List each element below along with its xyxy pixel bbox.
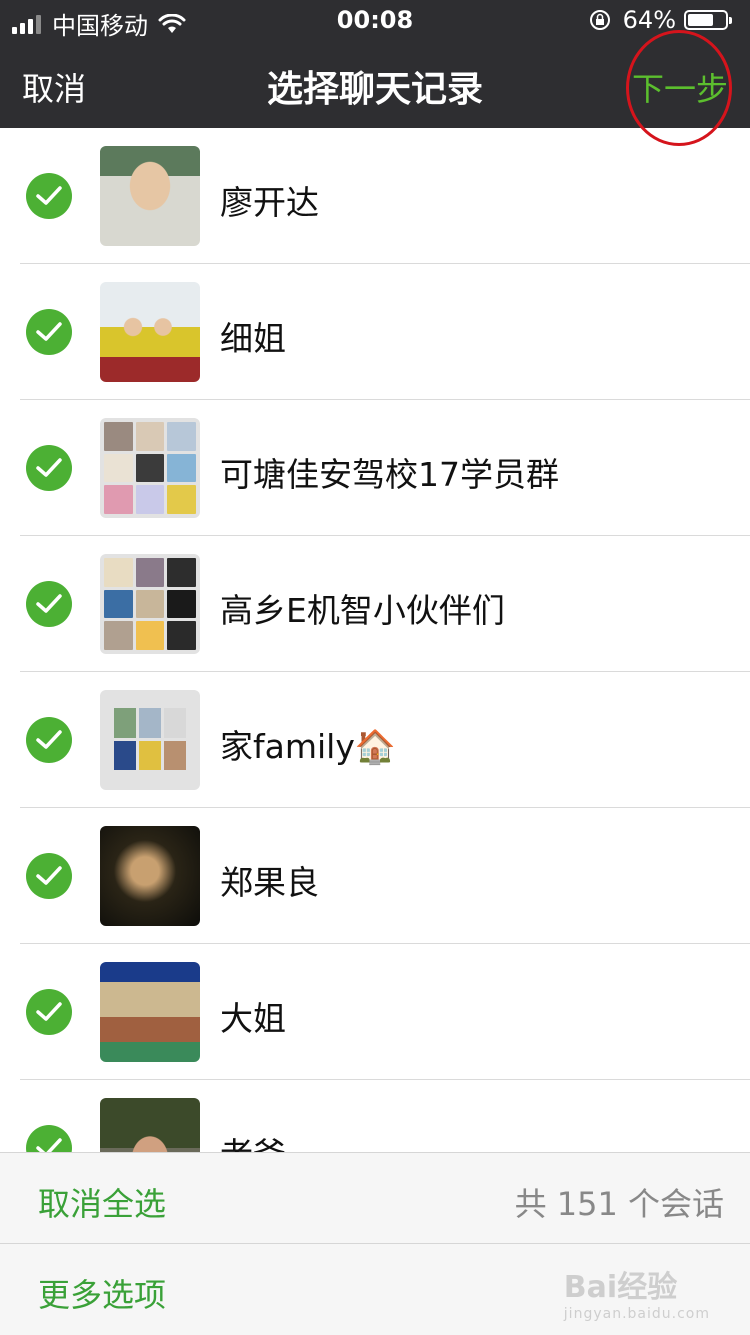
watermark-sub: jingyan.baidu.com — [563, 1306, 710, 1322]
chat-name: 细姐 — [220, 319, 286, 358]
avatar — [100, 146, 200, 246]
checkmark-icon[interactable] — [26, 173, 72, 219]
checkmark-icon[interactable] — [26, 853, 72, 899]
more-options-button[interactable]: 更多选项 — [38, 1270, 166, 1316]
avatar — [100, 282, 200, 382]
chat-name: 廖开达 — [220, 183, 319, 222]
battery-percent: 64% — [622, 6, 676, 34]
chat-row[interactable]: 廖开达 — [0, 128, 750, 264]
chat-name: 老爸 — [220, 1128, 286, 1152]
watermark-text: Bai经验 — [563, 1270, 678, 1305]
navigation-bar: 取消 选择聊天记录 下一步 — [0, 30, 750, 146]
checkmark-icon[interactable] — [26, 309, 72, 355]
checkmark-icon[interactable] — [26, 989, 72, 1035]
group-avatar — [100, 690, 200, 790]
checkmark-icon[interactable] — [26, 581, 72, 627]
top-bar: 中国移动 00:08 64% 取消 选择聊天记录 下一步 — [0, 0, 750, 146]
chat-row[interactable]: 细姐 — [0, 264, 750, 400]
status-bar: 中国移动 00:08 64% — [0, 0, 750, 40]
chat-name: 高乡E机智小伙伴们 — [220, 591, 505, 630]
group-avatar — [100, 554, 200, 654]
group-avatar — [100, 418, 200, 518]
chat-list: 廖开达 细姐 可塘佳安驾校17学员群 高乡E机智小伙伴们 家family🏠 郑果… — [0, 128, 750, 1152]
avatar — [100, 1098, 200, 1152]
chat-name: 家family🏠 — [220, 727, 396, 766]
chat-row[interactable]: 郑果良 — [0, 808, 750, 944]
baidu-watermark: Bai经验 jingyan.baidu.com — [564, 1262, 710, 1322]
rotation-lock-icon — [589, 10, 610, 30]
conversation-count: 共 151 个会话 — [514, 1185, 724, 1223]
chat-name: 可塘佳安驾校17学员群 — [220, 455, 559, 494]
checkmark-icon[interactable] — [26, 717, 72, 763]
chat-row[interactable]: 老爸 — [0, 1080, 750, 1152]
chat-name: 大姐 — [220, 999, 286, 1038]
toolbar-row: 更多选项 Bai经验 jingyan.baidu.com — [0, 1244, 750, 1334]
avatar — [100, 962, 200, 1062]
bottom-toolbar: 取消全选 共 151 个会话 更多选项 Bai经验 jingyan.baidu.… — [0, 1152, 750, 1335]
chat-name: 郑果良 — [220, 863, 319, 902]
checkmark-icon[interactable] — [26, 1125, 72, 1152]
chat-row[interactable]: 家family🏠 — [0, 672, 750, 808]
checkmark-icon[interactable] — [26, 445, 72, 491]
toolbar-row: 取消全选 共 151 个会话 — [0, 1153, 750, 1244]
avatar — [100, 826, 200, 926]
chat-row[interactable]: 大姐 — [0, 944, 750, 1080]
battery-icon — [684, 10, 732, 30]
chat-row[interactable]: 高乡E机智小伙伴们 — [0, 536, 750, 672]
status-right: 64% — [589, 6, 732, 34]
deselect-all-button[interactable]: 取消全选 — [38, 1179, 166, 1225]
chat-row[interactable]: 可塘佳安驾校17学员群 — [0, 400, 750, 536]
